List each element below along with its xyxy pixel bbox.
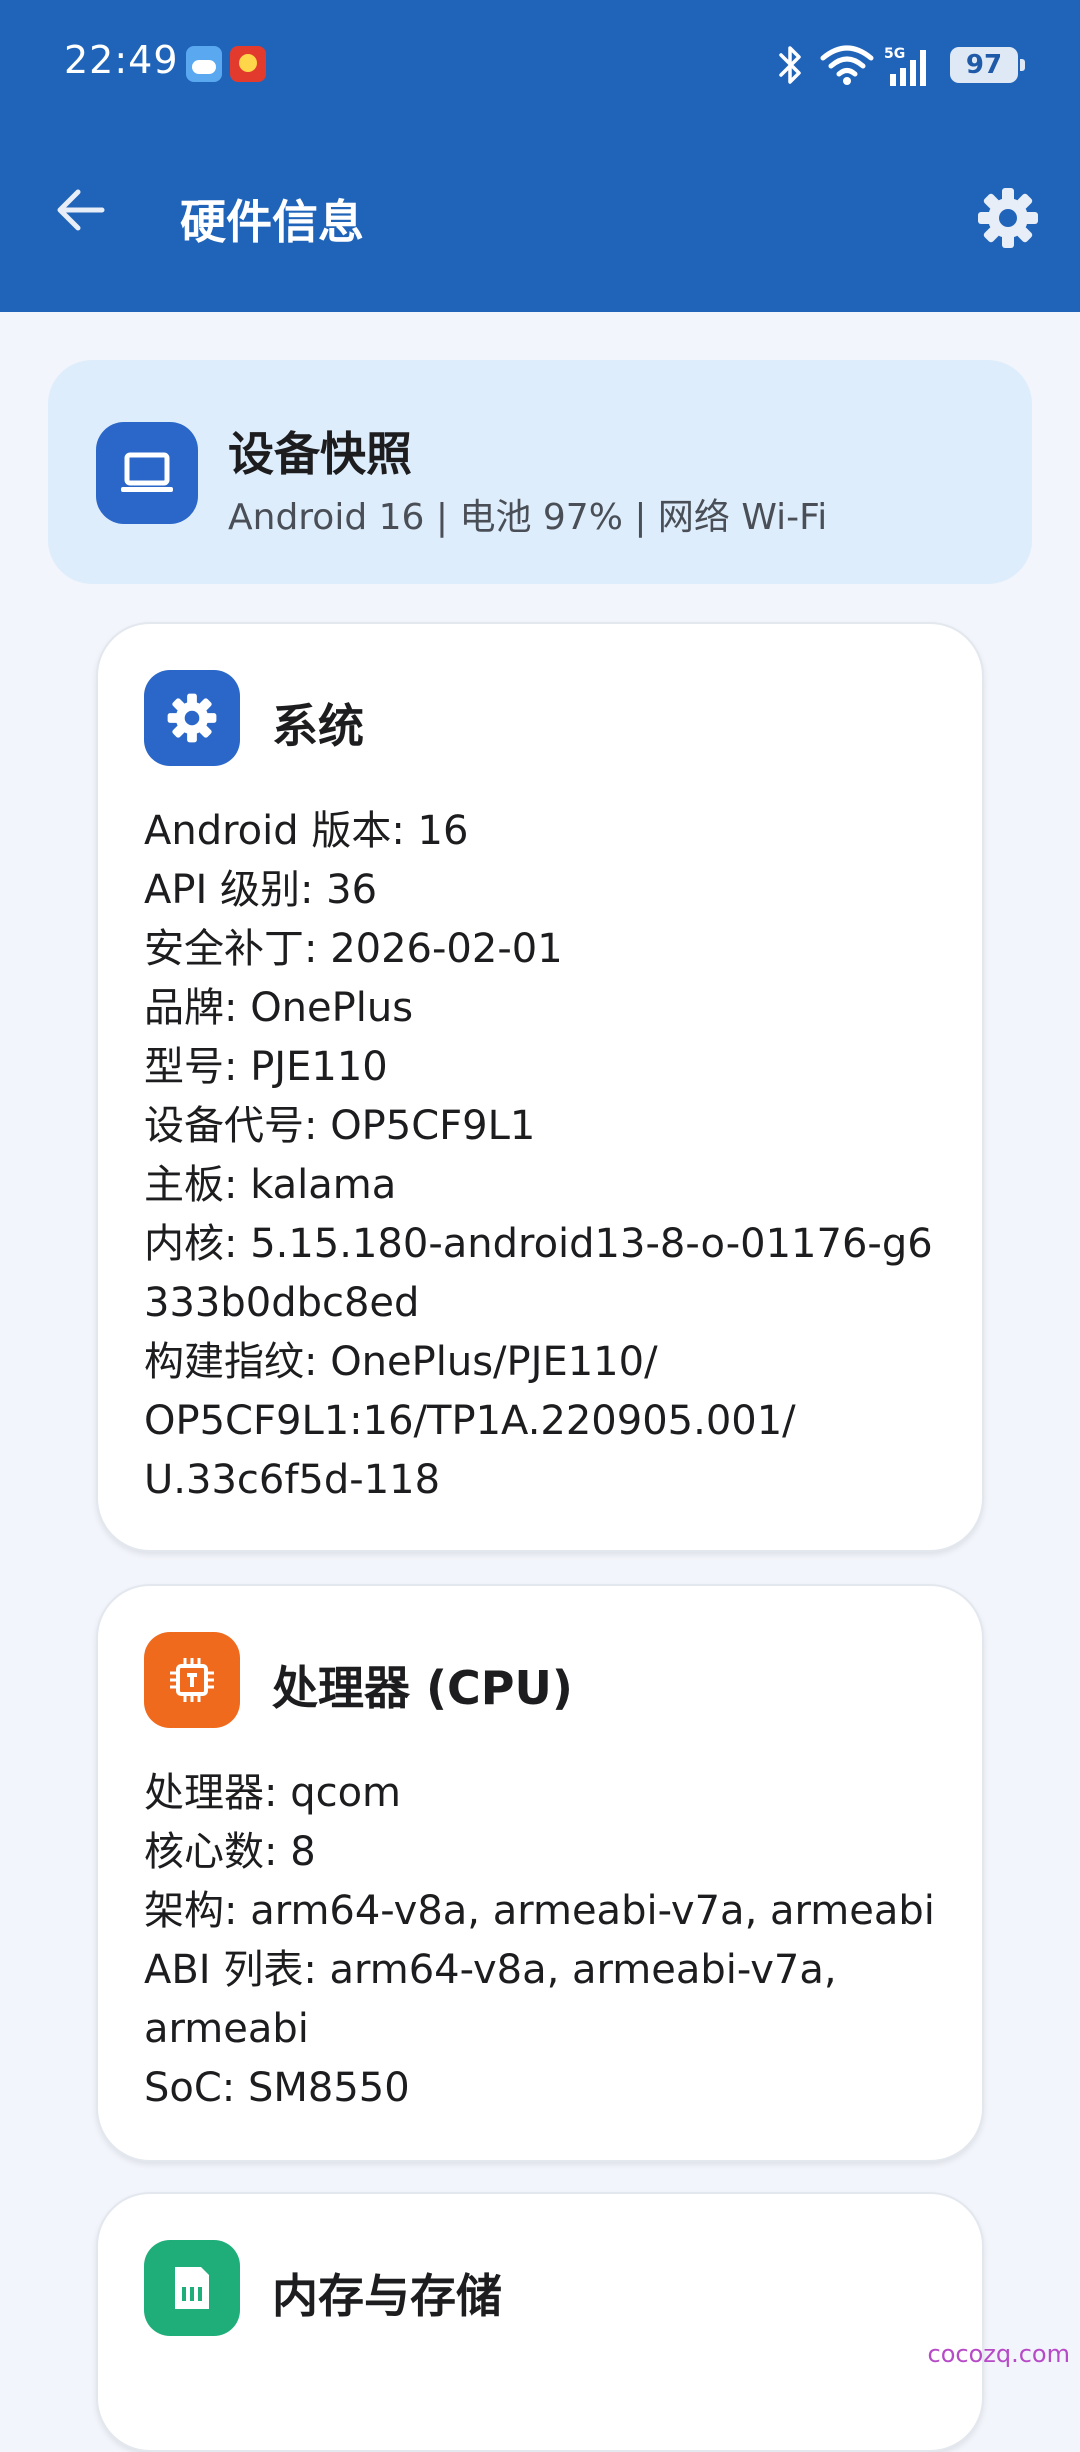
snapshot-title: 设备快照 bbox=[228, 418, 412, 484]
app-bar: 22:49 5G 97 硬件信息 bbox=[0, 0, 1080, 312]
info-line: 主板: kalama bbox=[144, 1156, 964, 1215]
info-line: 型号: PJE110 bbox=[144, 1038, 964, 1097]
info-line: 品牌: OnePlus bbox=[144, 979, 964, 1038]
info-line: 设备代号: OP5CF9L1 bbox=[144, 1097, 964, 1156]
sd-card-icon bbox=[144, 2240, 240, 2336]
info-line: armeabi bbox=[144, 2000, 964, 2059]
info-line: SoC: SM8550 bbox=[144, 2059, 964, 2118]
info-line: API 级别: 36 bbox=[144, 861, 964, 920]
arrow-back-icon[interactable] bbox=[52, 182, 108, 238]
bluetooth-icon bbox=[778, 44, 804, 86]
info-line: 处理器: qcom bbox=[144, 1764, 964, 1823]
memory-storage-card: 内存与存储 bbox=[96, 2192, 984, 2452]
system-info-list: Android 版本: 16 API 级别: 36 安全补丁: 2026-02-… bbox=[144, 802, 964, 1510]
chip-icon bbox=[144, 1632, 240, 1728]
gear-icon bbox=[144, 670, 240, 766]
cpu-info-list: 处理器: qcom 核心数: 8 架构: arm64-v8a, armeabi-… bbox=[144, 1764, 964, 2118]
info-line: 核心数: 8 bbox=[144, 1823, 964, 1882]
snapshot-subtitle: Android 16 | 电池 97% | 网络 Wi-Fi bbox=[228, 488, 827, 540]
section-title-memory: 内存与存储 bbox=[272, 2260, 502, 2326]
gear-icon[interactable] bbox=[976, 186, 1040, 250]
laptop-icon bbox=[96, 422, 198, 524]
app-notification-icon bbox=[230, 46, 266, 82]
cpu-card: 处理器 (CPU) 处理器: qcom 核心数: 8 架构: arm64-v8a… bbox=[96, 1584, 984, 2162]
info-line: ABI 列表: arm64-v8a, armeabi-v7a, bbox=[144, 1941, 964, 2000]
wifi-icon bbox=[820, 44, 874, 86]
section-title-system: 系统 bbox=[272, 690, 364, 756]
svg-text:5G: 5G bbox=[884, 46, 905, 62]
battery-icon: 97 bbox=[950, 47, 1018, 83]
page-title: 硬件信息 bbox=[180, 186, 364, 252]
info-line: 内核: 5.15.180-android13-8-o-01176-g6 bbox=[144, 1215, 964, 1274]
section-title-cpu: 处理器 (CPU) bbox=[272, 1652, 573, 1718]
info-line: U.33c6f5d-118 bbox=[144, 1451, 964, 1510]
5g-signal-icon: 5G bbox=[884, 44, 934, 88]
info-line: 构建指纹: OnePlus/PJE110/ bbox=[144, 1333, 964, 1392]
info-line: 架构: arm64-v8a, armeabi-v7a, armeabi bbox=[144, 1882, 964, 1941]
status-time: 22:49 bbox=[64, 38, 179, 82]
weather-icon bbox=[186, 46, 222, 82]
system-card: 系统 Android 版本: 16 API 级别: 36 安全补丁: 2026-… bbox=[96, 622, 984, 1552]
info-line: OP5CF9L1:16/TP1A.220905.001/ bbox=[144, 1392, 964, 1451]
status-bar: 22:49 5G 97 bbox=[0, 0, 1080, 130]
info-line: 安全补丁: 2026-02-01 bbox=[144, 920, 964, 979]
watermark: cocozq.com bbox=[928, 2340, 1070, 2368]
info-line: Android 版本: 16 bbox=[144, 802, 964, 861]
info-line: 333b0dbc8ed bbox=[144, 1274, 964, 1333]
device-snapshot-card[interactable]: 设备快照 Android 16 | 电池 97% | 网络 Wi-Fi bbox=[48, 360, 1032, 584]
